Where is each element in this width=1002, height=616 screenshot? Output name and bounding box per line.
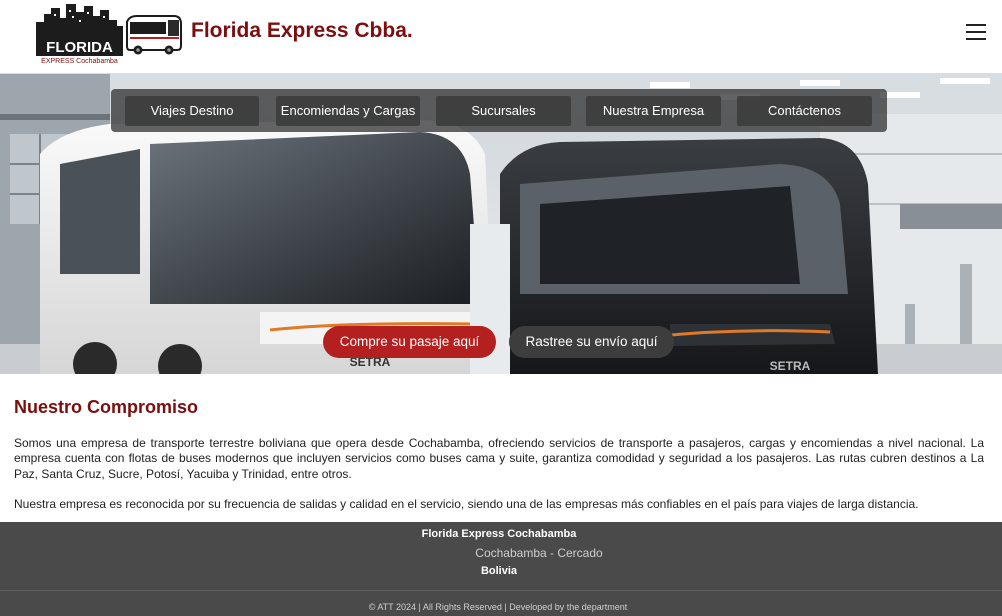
main-nav: Viajes Destino Encomiendas y Cargas Sucu… (111, 89, 887, 132)
svg-text:EXPRESS Cochabamba: EXPRESS Cochabamba (41, 58, 118, 65)
buy-ticket-button[interactable]: Compre su pasaje aquí (323, 326, 496, 358)
svg-text:SETRA: SETRA (770, 359, 811, 373)
about-paragraph-1: Somos una empresa de transporte terrestr… (14, 436, 984, 481)
site-title: Florida Express Cbba. (191, 19, 413, 42)
footer-divider (0, 590, 1002, 591)
florida-express-logo[interactable]: FLORIDA EXPRESS Cochabamba (34, 2, 184, 66)
track-shipment-button[interactable]: Rastree su envío aquí (509, 326, 674, 358)
footer-copyright: © ATT 2024 | All Rights Reserved | Devel… (368, 602, 628, 612)
footer-location: Cochabamba - Cercado (475, 546, 603, 560)
about-paragraph-2: Nuestra empresa es reconocida por su fre… (14, 497, 919, 511)
hero-banner: SETRA SETRA Viajes Destino Encomiendas y… (0, 74, 1002, 374)
hamburger-icon[interactable] (966, 24, 986, 44)
svg-text:FLORIDA: FLORIDA (46, 39, 113, 56)
site-footer: Florida Express Cochabamba Cochabamba - … (0, 522, 1002, 616)
nav-item-contactenos[interactable]: Contáctenos (737, 96, 872, 126)
nav-item-sucursales[interactable]: Sucursales (436, 96, 571, 126)
site-header: FLORIDA EXPRESS Cochabamba Florida Expre… (0, 0, 1002, 74)
nav-item-encomiendas[interactable]: Encomiendas y Cargas (276, 96, 420, 126)
footer-company: Florida Express Cochabamba (421, 528, 577, 540)
section-title: Nuestro Compromiso (14, 397, 199, 417)
nav-item-nuestra-empresa[interactable]: Nuestra Empresa (586, 96, 721, 126)
nav-item-viajes-destino[interactable]: Viajes Destino (125, 96, 259, 126)
footer-country: Bolivia (480, 565, 518, 577)
